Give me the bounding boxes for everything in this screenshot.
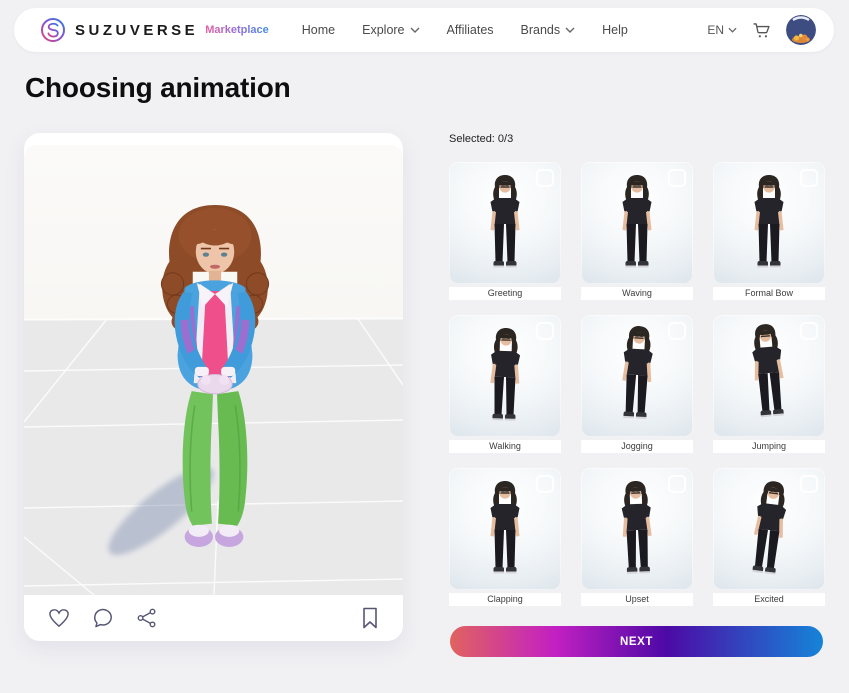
character-figure — [475, 480, 535, 580]
nav-brands-label: Brands — [521, 23, 561, 37]
animation-option-formal-bow: Formal Bow — [713, 162, 825, 300]
character-figure — [605, 479, 668, 581]
comment-button[interactable] — [92, 607, 114, 629]
nav-explore[interactable]: Explore — [362, 23, 419, 37]
select-checkbox[interactable] — [800, 169, 818, 187]
animation-option-jumping: Jumping — [713, 315, 825, 453]
comment-icon — [92, 607, 114, 629]
thumbnail-jumping[interactable] — [713, 315, 825, 437]
select-checkbox[interactable] — [800, 322, 818, 340]
animation-option-clapping: Clapping — [449, 468, 561, 606]
character-figure — [475, 174, 535, 274]
nav-brands[interactable]: Brands — [521, 23, 576, 37]
thumbnail-label: Jumping — [713, 440, 825, 453]
character-figure — [739, 174, 799, 274]
character-viewport-3d[interactable] — [24, 145, 403, 595]
cart-button[interactable] — [751, 20, 772, 41]
thumbnail-label: Greeting — [449, 287, 561, 300]
nav-explore-label: Explore — [362, 23, 404, 37]
character-figure — [474, 326, 537, 428]
animation-option-greeting: Greeting — [449, 162, 561, 300]
share-button[interactable] — [136, 607, 158, 629]
character-figure — [607, 174, 667, 274]
select-checkbox[interactable] — [668, 169, 686, 187]
thumbnail-label: Formal Bow — [713, 287, 825, 300]
select-checkbox[interactable] — [800, 475, 818, 493]
nav-home-label: Home — [302, 23, 335, 37]
select-checkbox[interactable] — [668, 475, 686, 493]
main-nav: Home Explore Affiliates Brands Help — [302, 23, 628, 37]
animation-option-waving: Waving — [581, 162, 693, 300]
preview-character — [128, 203, 302, 551]
brand-name: SUZUVERSE — [75, 22, 198, 39]
character-figure — [734, 321, 802, 426]
thumbnail-greeting[interactable] — [449, 162, 561, 284]
thumbnail-label: Walking — [449, 440, 561, 453]
thumbnail-walking[interactable] — [449, 315, 561, 437]
nav-affiliates[interactable]: Affiliates — [447, 23, 494, 37]
marketplace-page: SUZUVERSE Marketplace Home Explore Affil… — [0, 0, 849, 693]
thumbnail-clapping[interactable] — [449, 468, 561, 590]
heart-icon — [48, 608, 70, 628]
header-right: EN — [707, 15, 816, 45]
thumbnail-jogging[interactable] — [581, 315, 693, 437]
nav-home[interactable]: Home — [302, 23, 335, 37]
character-figure — [733, 477, 805, 584]
header: SUZUVERSE Marketplace Home Explore Affil… — [14, 8, 834, 52]
shopping-cart-icon — [751, 20, 772, 41]
like-button[interactable] — [48, 608, 70, 628]
thumbnail-excited[interactable] — [713, 468, 825, 590]
select-checkbox[interactable] — [536, 475, 554, 493]
thumbnail-formal-bow[interactable] — [713, 162, 825, 284]
chevron-down-icon — [728, 27, 737, 33]
bookmark-button[interactable] — [361, 607, 379, 629]
select-checkbox[interactable] — [668, 322, 686, 340]
suzuverse-logo-icon — [40, 17, 66, 43]
thumbnail-label: Excited — [713, 593, 825, 606]
animation-grid: Greeting Waving Formal Bow Walking — [449, 162, 825, 606]
thumbnail-upset[interactable] — [581, 468, 693, 590]
brand-subtitle: Marketplace — [205, 24, 269, 36]
brand-logo[interactable]: SUZUVERSE Marketplace — [40, 17, 269, 43]
nav-help-label: Help — [602, 23, 628, 37]
thumbnail-label: Jogging — [581, 440, 693, 453]
animation-option-upset: Upset — [581, 468, 693, 606]
bookmark-icon — [361, 607, 379, 629]
language-label: EN — [707, 23, 724, 37]
thumbnail-label: Waving — [581, 287, 693, 300]
thumbnail-waving[interactable] — [581, 162, 693, 284]
preview-action-bar — [24, 595, 403, 641]
animation-option-jogging: Jogging — [581, 315, 693, 453]
select-checkbox[interactable] — [536, 169, 554, 187]
preview-card — [24, 133, 403, 641]
user-avatar[interactable] — [786, 15, 816, 45]
animation-option-excited: Excited — [713, 468, 825, 606]
thumbnail-label: Upset — [581, 593, 693, 606]
page-title: Choosing animation — [25, 72, 291, 104]
character-figure — [605, 324, 670, 427]
thumbnail-label: Clapping — [449, 593, 561, 606]
next-button[interactable]: NEXT — [450, 626, 823, 657]
animation-option-walking: Walking — [449, 315, 561, 453]
chevron-down-icon — [565, 27, 575, 33]
nav-affiliates-label: Affiliates — [447, 23, 494, 37]
chevron-down-icon — [410, 27, 420, 33]
share-icon — [136, 607, 158, 629]
select-checkbox[interactable] — [536, 322, 554, 340]
avatar-image — [786, 15, 816, 45]
language-selector[interactable]: EN — [707, 23, 737, 37]
nav-help[interactable]: Help — [602, 23, 628, 37]
selected-counter: Selected: 0/3 — [449, 133, 513, 145]
